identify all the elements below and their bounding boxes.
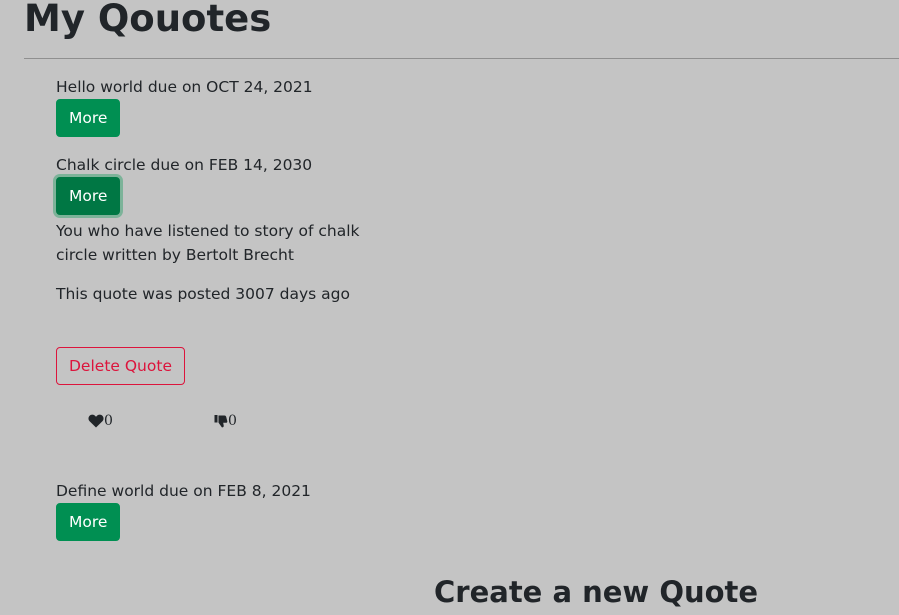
heart-icon <box>88 414 104 428</box>
quote-item: Hello world due on OCT 24, 2021 More <box>56 75 536 137</box>
like-count: 0 <box>104 413 113 429</box>
quote-item: Define world due on FEB 8, 2021 More <box>56 479 536 541</box>
more-button[interactable]: More <box>56 99 121 137</box>
header-divider <box>24 58 899 59</box>
quote-heading: Chalk circle due on FEB 14, 2030 <box>56 156 313 174</box>
delete-quote-button[interactable]: Delete Quote <box>56 347 185 385</box>
vote-controls: 0 0 <box>56 412 396 452</box>
more-button[interactable]: More <box>56 503 121 541</box>
quote-heading: Hello world due on OCT 24, 2021 <box>56 78 313 96</box>
posted-time-text: This quote was posted 3007 days ago <box>56 285 350 303</box>
more-button[interactable]: More <box>56 177 121 215</box>
quote-heading: Define world due on FEB 8, 2021 <box>56 482 311 500</box>
quote-details: You who have listened to story of chalk … <box>56 219 396 452</box>
create-quote-title: Create a new Quote <box>434 575 759 609</box>
dislike-button[interactable]: 0 <box>214 412 237 430</box>
quote-text: You who have listened to story of chalk … <box>56 222 360 264</box>
thumbs-down-icon <box>214 414 228 428</box>
dislike-count: 0 <box>228 413 237 429</box>
like-button[interactable]: 0 <box>88 412 113 430</box>
quote-item: Chalk circle due on FEB 14, 2030 More Yo… <box>56 153 536 452</box>
page-title: My Qouotes <box>24 0 272 40</box>
quote-list: Hello world due on OCT 24, 2021 More Cha… <box>56 75 536 541</box>
